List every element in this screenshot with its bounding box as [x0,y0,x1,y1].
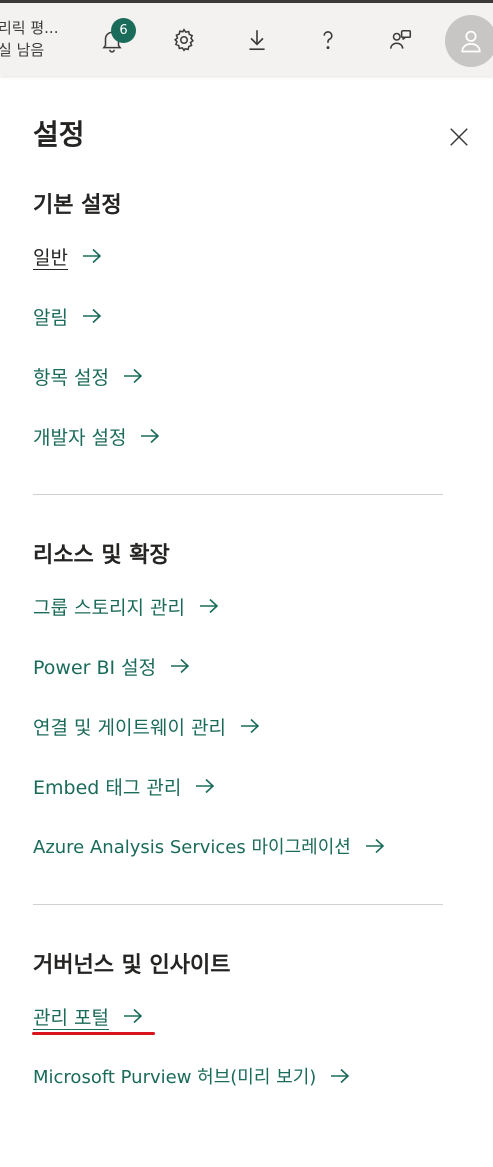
arrow-right-icon [82,248,102,264]
arrow-right-icon [82,308,102,324]
link-embed-tags[interactable]: Embed 태그 관리 [33,771,215,801]
link-label: 알림 [33,306,68,329]
trial-status[interactable]: 리릭 평... 실 남음 [0,17,68,61]
link-label: Embed 태그 관리 [33,776,182,799]
link-label: Microsoft Purview 허브(미리 보기) [33,1067,317,1088]
feedback-icon[interactable] [385,25,415,55]
link-label: 관리 포털 [33,1006,109,1029]
panel-title: 설정 [33,118,85,151]
link-item-settings[interactable]: 항목 설정 [33,361,143,391]
arrow-right-icon [195,778,215,794]
link-connections-gateways[interactable]: 연결 및 게이트웨이 관리 [33,711,260,741]
arrow-right-icon [170,658,190,674]
link-label: Azure Analysis Services 마이그레이션 [33,837,351,858]
arrow-right-icon [123,368,143,384]
section-title-resources: 리소스 및 확장 [33,543,170,568]
link-purview-hub[interactable]: Microsoft Purview 허브(미리 보기) [33,1061,350,1091]
arrow-right-icon [140,428,160,444]
section-title-basic: 기본 설정 [33,193,122,218]
link-label: 연결 및 게이트웨이 관리 [33,716,226,739]
link-notifications[interactable]: 알림 [33,301,102,331]
close-icon [450,128,468,146]
link-label: 일반 [33,246,68,269]
avatar[interactable] [445,15,493,67]
arrow-right-icon [330,1068,350,1084]
section-divider [33,904,443,905]
arrow-right-icon [123,1008,143,1024]
arrow-right-icon [199,598,219,614]
section-title-governance: 거버넌스 및 인사이트 [33,953,231,978]
link-azure-analysis-migration[interactable]: Azure Analysis Services 마이그레이션 [33,831,385,861]
link-label: 그룹 스토리지 관리 [33,596,185,619]
trial-status-line1: 리릭 평... [0,19,59,37]
top-bar: 리릭 평... 실 남음 6 [0,0,493,76]
arrow-right-icon [240,718,260,734]
link-admin-portal[interactable]: 관리 포털 [33,1001,143,1031]
notification-badge: 6 [111,18,136,43]
trial-status-line2: 실 남음 [0,41,45,59]
link-group-storage[interactable]: 그룹 스토리지 관리 [33,591,219,621]
link-developer-settings[interactable]: 개발자 설정 [33,421,160,451]
link-label: 항목 설정 [33,366,109,389]
gear-icon[interactable] [169,25,199,55]
avatar-icon [461,30,481,53]
section-divider [33,494,443,495]
arrow-right-icon [365,838,385,854]
close-button[interactable] [444,122,474,152]
help-icon[interactable] [313,25,343,55]
link-general[interactable]: 일반 [33,241,102,271]
download-icon[interactable] [242,25,272,55]
highlight-underline [32,1032,155,1035]
link-powerbi-settings[interactable]: Power BI 설정 [33,651,190,681]
link-label: Power BI 설정 [33,656,157,679]
link-label: 개발자 설정 [33,426,127,449]
